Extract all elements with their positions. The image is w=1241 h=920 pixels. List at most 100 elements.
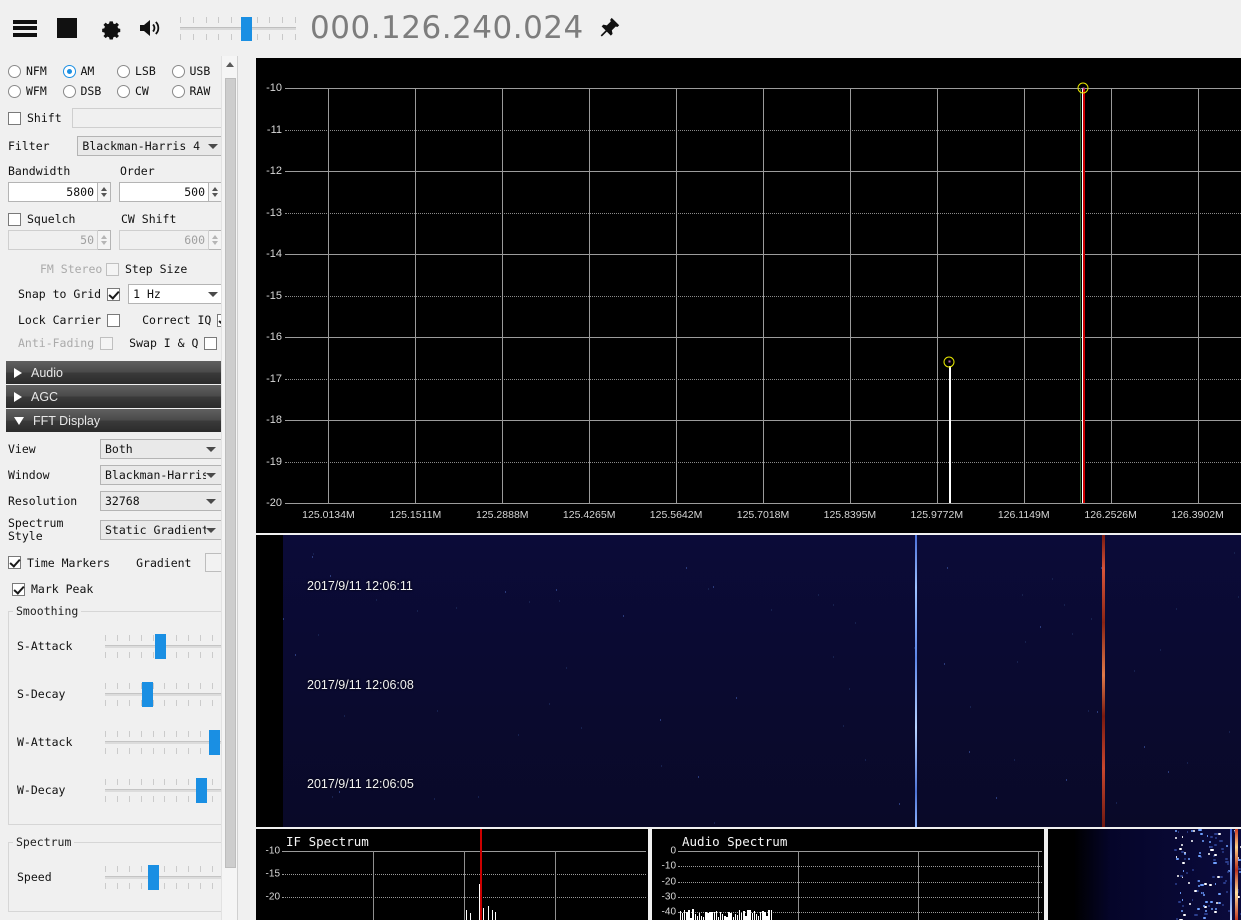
- if-spectrum-plot-area[interactable]: -10 -15 -20: [266, 829, 646, 920]
- demod-mode-label: USB: [189, 64, 211, 78]
- fft-spectrum-panel[interactable]: -10 -11 -12 -13 -14 -15 -16 -17 -18 -19 -20 125.013…: [256, 58, 1241, 533]
- fm-stereo-checkbox[interactable]: [106, 262, 119, 276]
- w-attack-slider[interactable]: [105, 723, 225, 761]
- s-attack-slider[interactable]: [105, 627, 225, 665]
- volume-slider-handle[interactable]: [240, 17, 252, 41]
- spectrum-style-select[interactable]: Static Gradient: [100, 520, 222, 540]
- slider-row-w-decay: W-Decay: [13, 766, 225, 814]
- speaker-icon[interactable]: [134, 11, 168, 45]
- resolution-select[interactable]: 32768: [100, 491, 222, 511]
- shift-checkbox[interactable]: [8, 111, 21, 125]
- audio-waterfall-canvas[interactable]: [1074, 829, 1241, 920]
- mark-peak-checkbox[interactable]: [12, 582, 25, 596]
- step-size-select[interactable]: 1 Hz: [128, 284, 224, 304]
- demod-mode-usb[interactable]: USB: [171, 64, 227, 78]
- audio-spectrum-bar: [770, 909, 772, 920]
- demod-mode-dsb[interactable]: DSB: [62, 84, 118, 98]
- lock-carrier-checkbox[interactable]: [107, 313, 121, 327]
- stop-square-icon[interactable]: [50, 11, 84, 45]
- tuning-cursor-line[interactable]: [1083, 88, 1085, 503]
- demod-mode-lsb[interactable]: LSB: [117, 64, 172, 78]
- slider-ticks-bottom: [105, 748, 225, 754]
- waterfall-noise-pixel: [1064, 603, 1066, 606]
- audio-waterfall-pixel: [1219, 839, 1223, 842]
- scrollbar-thumb[interactable]: [225, 78, 236, 868]
- hamburger-menu-icon[interactable]: [8, 11, 42, 45]
- audio-waterfall-pixel: [1219, 875, 1223, 878]
- time-markers-checkbox[interactable]: [8, 556, 21, 569]
- fft-plot-area[interactable]: -10 -11 -12 -13 -14 -15 -16 -17 -18 -19 -20 125.013…: [266, 82, 1241, 521]
- volume-slider[interactable]: [180, 9, 296, 47]
- left-panel-scrollbar[interactable]: [221, 56, 237, 920]
- demod-mode-raw[interactable]: RAW: [171, 84, 227, 98]
- slider-handle[interactable]: [209, 730, 221, 755]
- section-header-audio[interactable]: Audio: [6, 361, 230, 384]
- radio-indicator[interactable]: [171, 84, 185, 98]
- slider-handle[interactable]: [148, 865, 160, 890]
- pin-icon[interactable]: [596, 15, 622, 41]
- radio-indicator[interactable]: [171, 64, 185, 78]
- if-spectrum-panel[interactable]: IF Spectrum -10 -15 -20: [256, 829, 648, 920]
- if-tuning-cursor-line[interactable]: [480, 829, 482, 920]
- frequency-display[interactable]: 000.126.240.024: [310, 10, 584, 46]
- demod-mode-wfm[interactable]: WFM: [8, 84, 63, 98]
- swap-iq-checkbox[interactable]: [204, 336, 218, 350]
- view-select[interactable]: Both: [100, 439, 222, 459]
- bandwidth-field[interactable]: 5800: [8, 182, 98, 202]
- window-select[interactable]: Blackman-Harris 4: [100, 465, 222, 485]
- mark-peak-label: Mark Peak: [31, 582, 94, 596]
- x-axis-tick-label: 125.4265M: [562, 509, 616, 521]
- audio-waterfall-pixel: [1198, 880, 1201, 883]
- demod-mode-nfm[interactable]: NFM: [8, 64, 63, 78]
- waterfall-canvas[interactable]: 2017/9/11 12:06:11 2017/9/11 12:06:08 2017…: [283, 535, 1241, 827]
- chevron-down-icon: [206, 527, 216, 533]
- squelch-checkbox[interactable]: [8, 212, 21, 226]
- squelch-field[interactable]: 50: [8, 230, 98, 250]
- volume-slider-ticks-bottom: [180, 34, 296, 40]
- audio-spectrum-panel[interactable]: Audio Spectrum 0 -10 -20 -30 -40: [652, 829, 1044, 920]
- x-axis-tick-label: 125.5642M: [649, 509, 703, 521]
- slider-handle[interactable]: [196, 778, 208, 803]
- w-decay-slider[interactable]: [105, 771, 225, 809]
- gear-icon[interactable]: [92, 11, 126, 45]
- demod-mode-cw[interactable]: CW: [117, 84, 172, 98]
- waterfall-noise-pixel: [1021, 594, 1023, 597]
- squelch-stepper[interactable]: [98, 230, 111, 250]
- radio-indicator[interactable]: [8, 64, 21, 78]
- order-field[interactable]: 500: [119, 182, 209, 202]
- waterfall-panel[interactable]: 2017/9/11 12:06:11 2017/9/11 12:06:08 2017…: [256, 535, 1241, 827]
- audio-waterfall-panel[interactable]: [1048, 829, 1241, 920]
- waterfall-noise-pixel: [1017, 661, 1019, 664]
- audio-waterfall-pixel: [1221, 848, 1225, 851]
- radio-indicator[interactable]: [62, 64, 76, 78]
- scrollbar-up-arrow-icon[interactable]: [222, 56, 237, 73]
- audio-waterfall-pixel: [1181, 899, 1184, 902]
- cw-shift-field[interactable]: 600: [119, 230, 209, 250]
- section-header-agc[interactable]: AGC: [6, 385, 230, 408]
- slider-handle[interactable]: [155, 634, 167, 659]
- peak-marker: [943, 356, 955, 368]
- radio-indicator[interactable]: [117, 64, 130, 78]
- radio-indicator[interactable]: [62, 84, 76, 98]
- waterfall-noise-pixel: [865, 758, 867, 761]
- snap-to-grid-checkbox[interactable]: [107, 287, 121, 301]
- radio-indicator[interactable]: [117, 84, 130, 98]
- audio-waterfall-pixel: [1210, 848, 1214, 851]
- audio-spectrum-plot-area[interactable]: 0 -10 -20 -30 -40: [662, 846, 1042, 920]
- w-attack-label: W-Attack: [17, 735, 73, 749]
- radio-indicator[interactable]: [8, 84, 21, 98]
- filter-select[interactable]: Blackman-Harris 4: [77, 136, 224, 156]
- audio-waterfall-signal-trace-secondary: [1230, 829, 1232, 920]
- demod-mode-am[interactable]: AM: [62, 64, 118, 78]
- section-header-fft-display[interactable]: FFT Display: [6, 409, 230, 432]
- waterfall-noise-pixel: [1159, 648, 1161, 651]
- waterfall-noise-pixel: [283, 617, 285, 620]
- slider-handle[interactable]: [142, 682, 154, 707]
- speed-slider[interactable]: [105, 858, 225, 896]
- s-decay-slider[interactable]: [105, 675, 225, 713]
- anti-fading-checkbox[interactable]: [100, 336, 114, 350]
- chevron-down-icon: [14, 416, 24, 425]
- shift-value-field[interactable]: 0: [71, 108, 237, 128]
- bandwidth-stepper[interactable]: [98, 182, 111, 202]
- volume-slider-ticks-top: [180, 17, 296, 23]
